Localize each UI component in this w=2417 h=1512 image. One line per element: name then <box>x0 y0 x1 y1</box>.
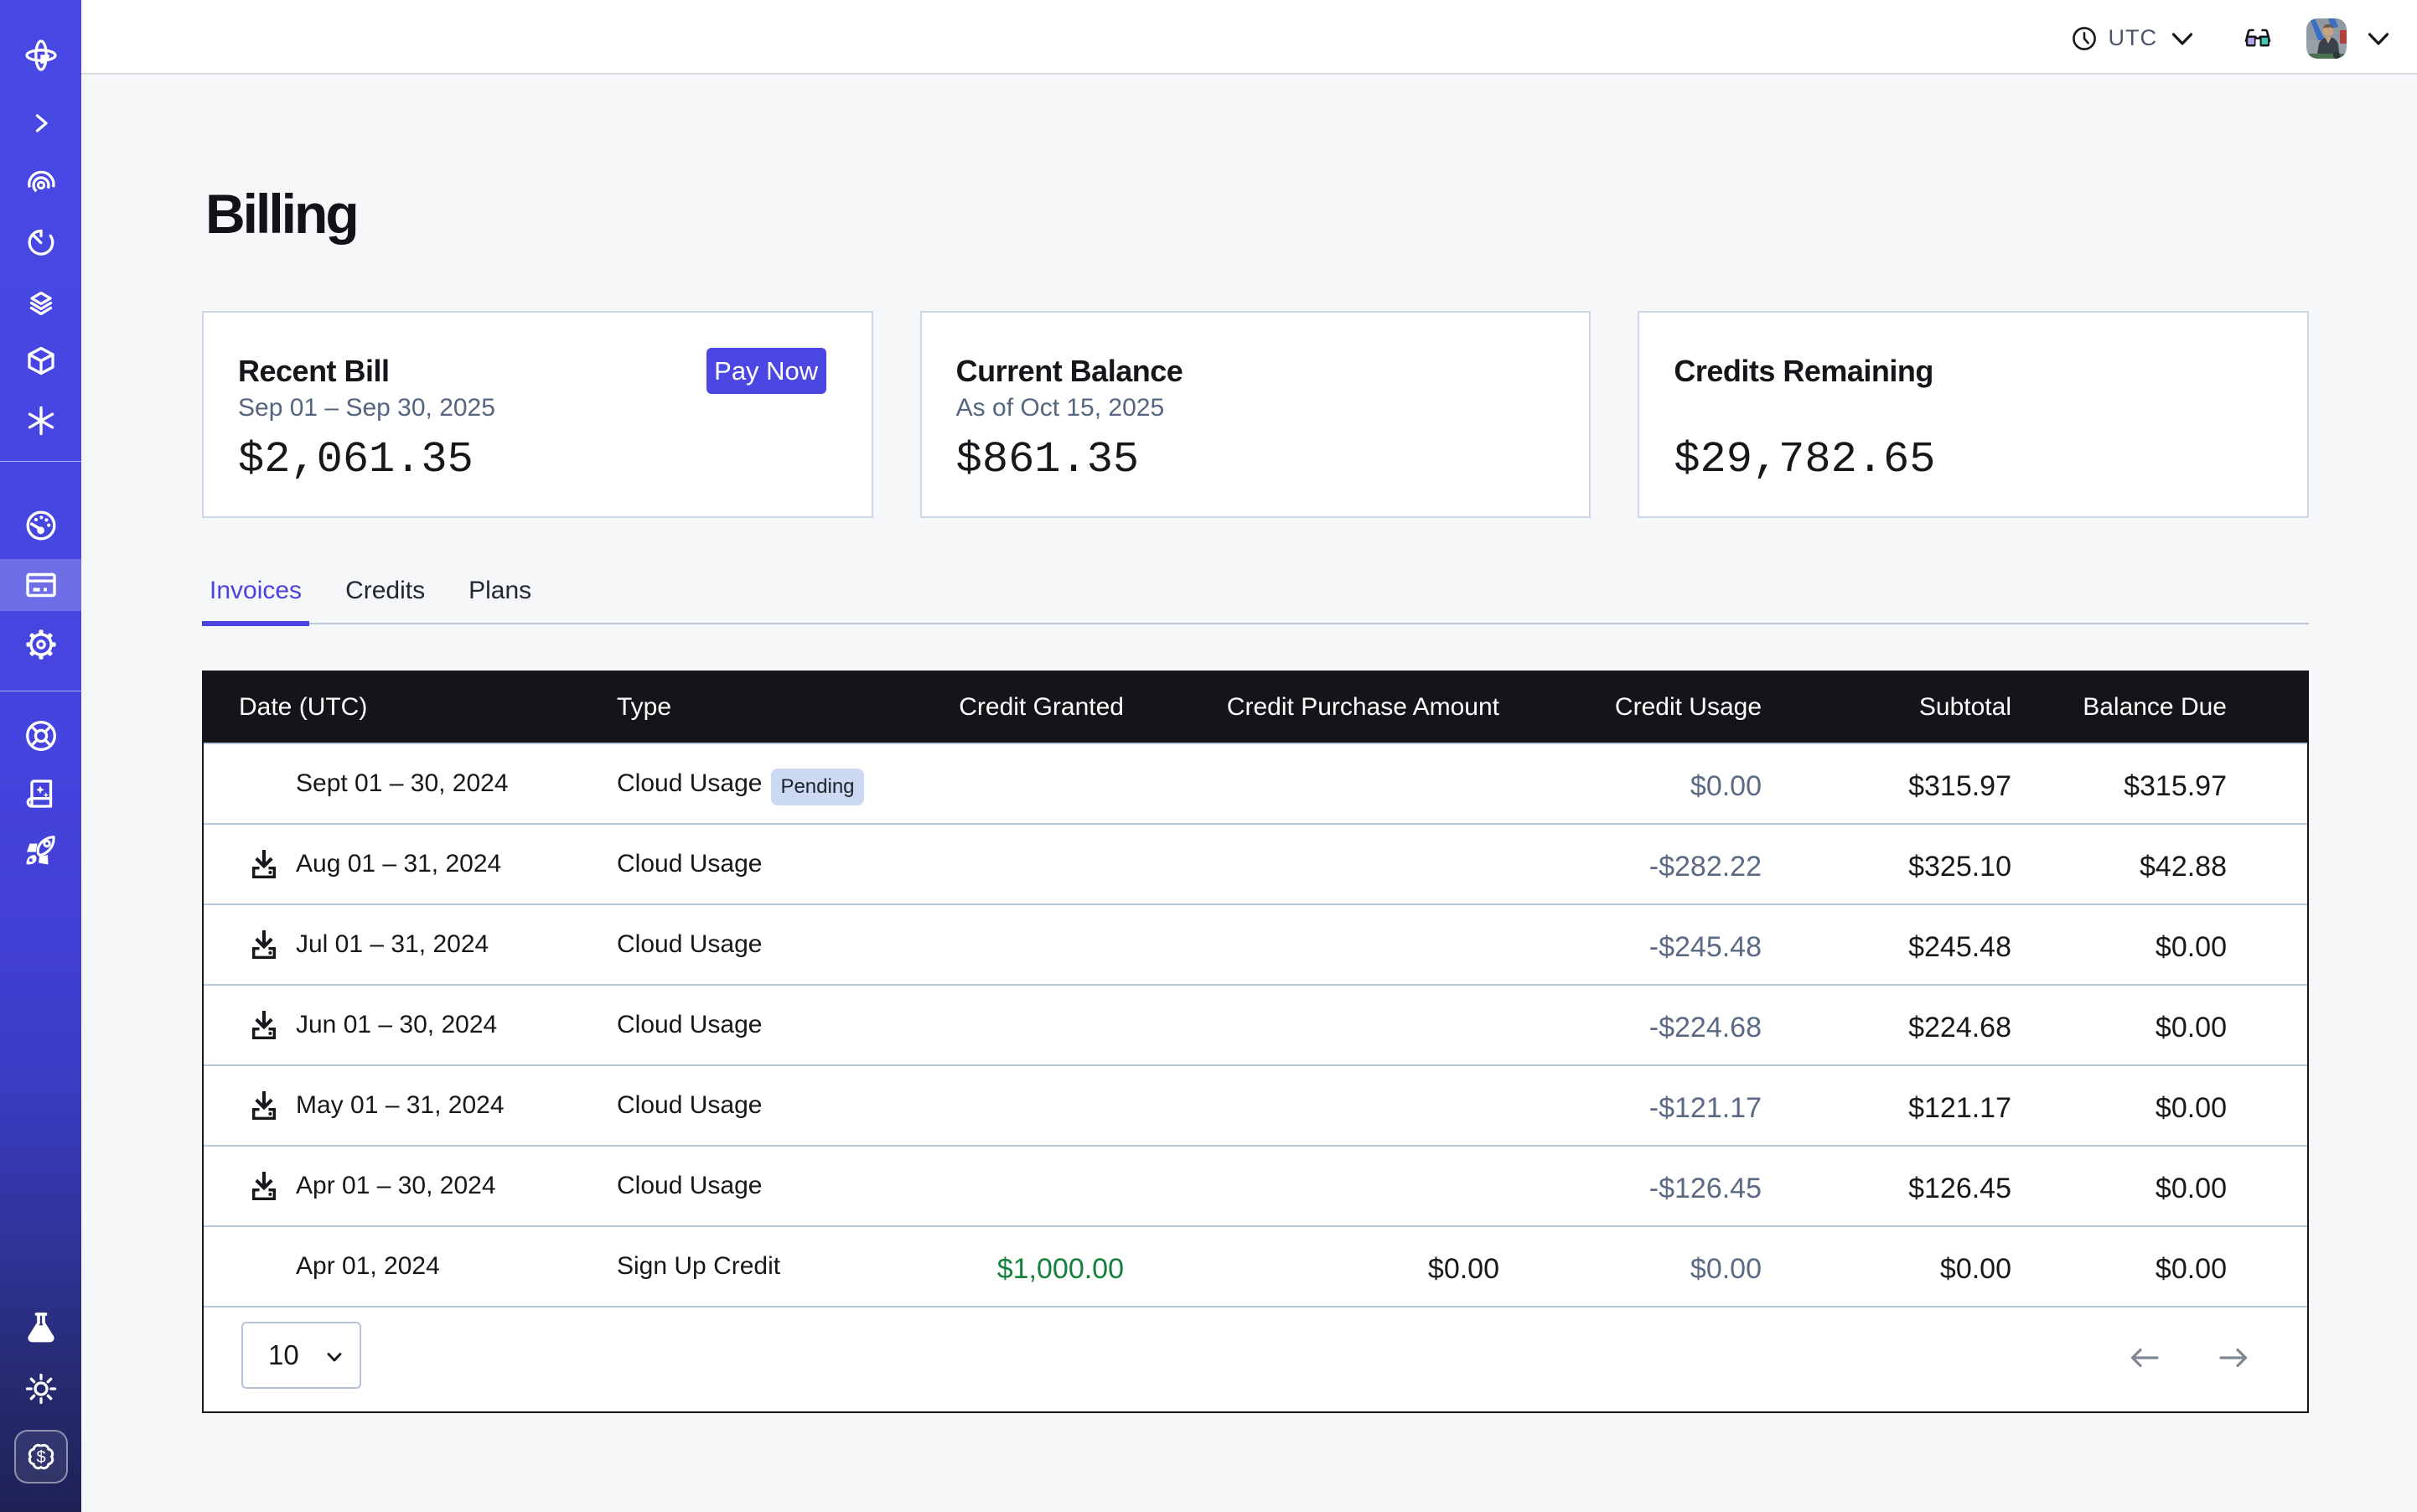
svg-text:$: $ <box>36 1448 45 1467</box>
